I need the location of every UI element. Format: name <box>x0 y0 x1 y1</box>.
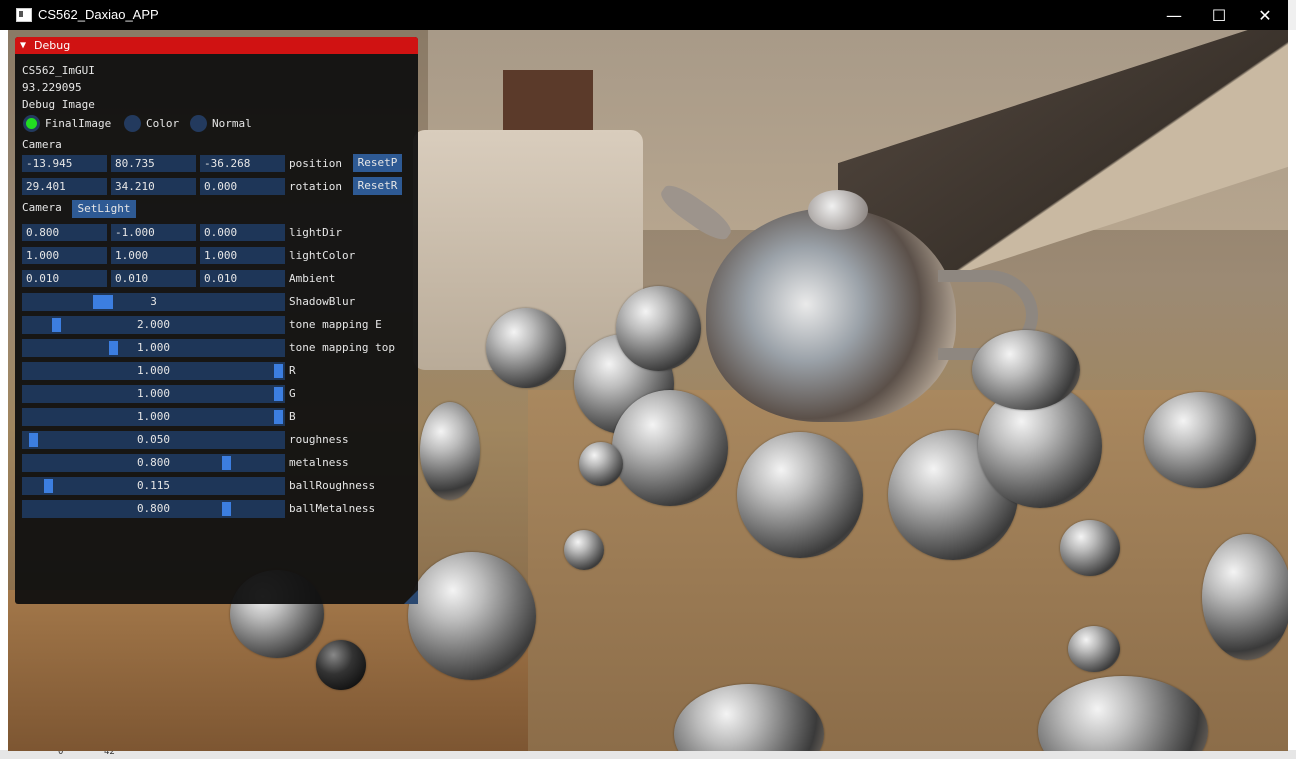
sphere <box>564 530 604 570</box>
position-x-field[interactable]: -13.945 <box>22 155 107 172</box>
slider-value: 1.000 <box>136 410 171 423</box>
sphere <box>579 442 623 486</box>
radio-normal[interactable] <box>190 115 207 132</box>
slider-value: 2.000 <box>136 318 171 331</box>
slider-label: tone mapping top <box>289 341 395 354</box>
sphere <box>316 640 366 690</box>
app-name-text: CS562_ImGUI <box>22 64 95 77</box>
ambient-r-field[interactable]: 0.010 <box>22 270 107 287</box>
slider[interactable]: 0.115 <box>22 477 285 495</box>
light-color-label: lightColor <box>289 249 356 262</box>
minimize-button[interactable]: — <box>1151 0 1197 30</box>
collapse-arrow-icon[interactable]: ▼ <box>20 37 26 54</box>
teapot-lid <box>808 190 868 230</box>
slider[interactable]: 1.000 <box>22 362 285 380</box>
camera-header: Camera <box>22 138 62 151</box>
slider-value: 0.800 <box>136 502 171 515</box>
slider-label: roughness <box>289 433 349 446</box>
sphere <box>737 432 863 558</box>
maximize-button[interactable]: ☐ <box>1196 0 1242 30</box>
reset-position-button[interactable]: ResetP <box>353 154 402 172</box>
slider[interactable]: 1.000 <box>22 408 285 426</box>
sphere <box>420 402 480 500</box>
window-title: CS562_Daxiao_APP <box>38 7 159 22</box>
position-y-field[interactable]: 80.735 <box>111 155 196 172</box>
slider-value: 0.800 <box>136 456 171 469</box>
slider-label: B <box>289 410 296 423</box>
slider[interactable]: 2.000 <box>22 316 285 334</box>
rotation-x-field[interactable]: 29.401 <box>22 178 107 195</box>
sphere <box>612 390 728 506</box>
slider-value: 1.000 <box>136 341 171 354</box>
slider[interactable]: 3 <box>22 293 285 311</box>
rotation-z-field[interactable]: 0.000 <box>200 178 285 195</box>
sphere <box>1060 520 1120 576</box>
slider[interactable]: 0.050 <box>22 431 285 449</box>
app-icon <box>16 8 32 22</box>
slider-value: 3 <box>150 295 157 308</box>
slider-value: 0.115 <box>136 479 171 492</box>
ambient-label: Ambient <box>289 272 336 285</box>
title-bar[interactable]: CS562_Daxiao_APP — ☐ ✕ <box>0 0 1288 30</box>
sphere <box>1144 392 1256 488</box>
radio-final-image-label: FinalImage <box>45 117 112 130</box>
sphere <box>486 308 566 388</box>
set-light-button[interactable]: SetLight <box>72 200 136 218</box>
debug-panel[interactable]: ▼ Debug CS562_ImGUI 93.229095 Debug Imag… <box>15 37 418 604</box>
radio-final-image[interactable] <box>23 115 40 132</box>
radio-color-label: Color <box>146 117 180 130</box>
slider[interactable]: 1.000 <box>22 339 285 357</box>
app-window: CS562_Daxiao_APP — ☐ ✕ ▼ Debug CS562_ImG… <box>0 0 1288 752</box>
sphere <box>408 552 536 680</box>
slider[interactable]: 0.800 <box>22 454 285 472</box>
slider[interactable]: 0.800 <box>22 500 285 518</box>
light-dir-z-field[interactable]: 0.000 <box>200 224 285 241</box>
teapot-body <box>706 208 956 422</box>
slider-label: R <box>289 364 296 377</box>
light-dir-x-field[interactable]: 0.800 <box>22 224 107 241</box>
background-editor-edge <box>1288 30 1296 759</box>
slider[interactable]: 1.000 <box>22 385 285 403</box>
slider-label: ballMetalness <box>289 502 376 515</box>
slider-value: 0.050 <box>136 433 171 446</box>
sphere <box>972 330 1080 410</box>
slider-value: 1.000 <box>136 387 171 400</box>
debug-panel-title-bar[interactable]: ▼ Debug <box>15 37 418 54</box>
debug-image-label: Debug Image <box>22 98 95 111</box>
slider-value: 1.000 <box>136 364 171 377</box>
rotation-label: rotation <box>289 180 342 193</box>
sphere <box>1202 534 1288 660</box>
slider-label: ballRoughness <box>289 479 376 492</box>
slider-label: ShadowBlur <box>289 295 356 308</box>
light-color-g-field[interactable]: 1.000 <box>111 247 196 264</box>
position-z-field[interactable]: -36.268 <box>200 155 285 172</box>
position-label: position <box>289 157 342 170</box>
slider-label: tone mapping E <box>289 318 382 331</box>
light-color-b-field[interactable]: 1.000 <box>200 247 285 264</box>
camera-label-2: Camera <box>22 201 62 214</box>
rotation-y-field[interactable]: 34.210 <box>111 178 196 195</box>
slider-label: metalness <box>289 456 349 469</box>
sphere <box>616 286 701 371</box>
radio-color[interactable] <box>124 115 141 132</box>
sphere <box>1068 626 1120 672</box>
close-button[interactable]: ✕ <box>1242 0 1288 30</box>
light-dir-y-field[interactable]: -1.000 <box>111 224 196 241</box>
ambient-g-field[interactable]: 0.010 <box>111 270 196 287</box>
light-dir-label: lightDir <box>289 226 342 239</box>
ambient-b-field[interactable]: 0.010 <box>200 270 285 287</box>
slider-label: G <box>289 387 296 400</box>
radio-normal-label: Normal <box>212 117 252 130</box>
fps-text: 93.229095 <box>22 81 82 94</box>
reset-rotation-button[interactable]: ResetR <box>353 177 402 195</box>
light-color-r-field[interactable]: 1.000 <box>22 247 107 264</box>
debug-panel-title: Debug <box>34 39 71 52</box>
resize-grip[interactable] <box>404 590 418 604</box>
